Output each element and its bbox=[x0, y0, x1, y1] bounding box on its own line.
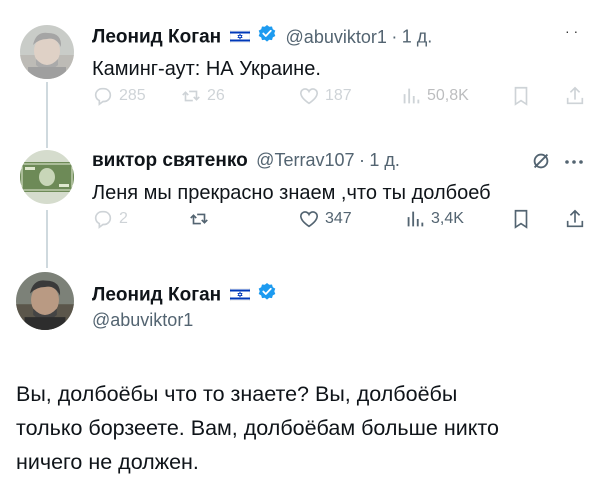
bookmark-button[interactable] bbox=[510, 85, 532, 107]
bookmark-button[interactable] bbox=[510, 208, 532, 230]
tweet-text: Вы, долбоёбы что то знаете? Вы, долбоёбы… bbox=[16, 377, 499, 479]
avatar[interactable] bbox=[20, 25, 74, 79]
grok-icon[interactable] bbox=[530, 150, 552, 177]
like-button[interactable]: 347 bbox=[298, 208, 352, 230]
israel-flag-icon bbox=[229, 29, 250, 44]
tweet-header: Леонид Коган @abuviktor1 · 1 д. bbox=[92, 24, 433, 51]
verified-badge-icon bbox=[257, 24, 277, 49]
handle[interactable]: @Terrav107 bbox=[256, 150, 354, 170]
views-icon bbox=[407, 211, 424, 227]
like-count: 187 bbox=[325, 87, 352, 104]
handle[interactable]: @abuviktor1 bbox=[286, 27, 387, 47]
separator: · bbox=[391, 26, 398, 47]
thread-line bbox=[46, 210, 48, 268]
share-icon bbox=[566, 86, 584, 105]
heart-icon bbox=[299, 211, 319, 228]
share-button[interactable] bbox=[564, 85, 586, 107]
timestamp[interactable]: 1 д. bbox=[369, 150, 400, 170]
more-options-icon[interactable]: · · bbox=[565, 22, 589, 47]
views-count: 3,4K bbox=[431, 210, 464, 227]
tweet-text: Каминг-аут: НА Украине. bbox=[92, 58, 321, 80]
handle[interactable]: @abuviktor1 bbox=[92, 310, 193, 331]
reply-count: 2 bbox=[119, 210, 128, 227]
avatar[interactable] bbox=[20, 150, 74, 204]
reply-button[interactable]: 2 bbox=[92, 208, 128, 230]
retweet-count: 26 bbox=[207, 87, 225, 104]
retweet-icon bbox=[190, 213, 208, 225]
views-button[interactable]: 3,4K bbox=[404, 208, 464, 230]
like-button[interactable]: 187 bbox=[298, 85, 352, 107]
tweet-text-line: только борзеете. Вам, долбоёбам больше н… bbox=[16, 416, 499, 440]
like-count: 347 bbox=[325, 210, 352, 227]
tweet-header: Леонид Коган bbox=[92, 282, 277, 309]
thread-line bbox=[46, 82, 48, 148]
reply-icon bbox=[94, 87, 112, 106]
reply-icon bbox=[94, 210, 112, 229]
share-icon bbox=[566, 209, 584, 228]
tweet-text-line: Вы, долбоёбы что то знаете? Вы, долбоёбы bbox=[16, 382, 458, 406]
tweet-text: Леня мы прекрасно знаем ,что ты долбоеб bbox=[92, 182, 491, 204]
share-button[interactable] bbox=[564, 208, 586, 230]
display-name[interactable]: виктор святенко bbox=[92, 150, 248, 171]
verified-badge-icon bbox=[257, 282, 277, 307]
bookmark-icon bbox=[514, 209, 528, 229]
avatar[interactable] bbox=[16, 272, 74, 330]
heart-icon bbox=[299, 88, 319, 105]
reply-count: 285 bbox=[119, 87, 146, 104]
views-icon bbox=[403, 88, 420, 104]
display-name[interactable]: Леонид Коган bbox=[92, 285, 221, 306]
more-options-icon[interactable] bbox=[562, 150, 586, 177]
retweet-button[interactable] bbox=[188, 208, 215, 230]
tweet-text-line: ничего не должен. bbox=[16, 450, 199, 474]
reply-button[interactable]: 285 bbox=[92, 85, 146, 107]
separator: · bbox=[358, 150, 365, 170]
display-name[interactable]: Леонид Коган bbox=[92, 27, 221, 48]
tweet-header: виктор святенко @Terrav107 · 1 д. bbox=[92, 150, 400, 172]
views-count: 50,8K bbox=[427, 87, 469, 104]
timestamp[interactable]: 1 д. bbox=[402, 27, 433, 47]
svg-text:· ·: · · bbox=[565, 23, 578, 39]
views-button[interactable]: 50,8K bbox=[400, 85, 469, 107]
israel-flag-icon bbox=[229, 287, 250, 302]
retweet-button[interactable]: 26 bbox=[180, 85, 225, 107]
bookmark-icon bbox=[514, 86, 528, 106]
retweet-icon bbox=[182, 90, 200, 102]
